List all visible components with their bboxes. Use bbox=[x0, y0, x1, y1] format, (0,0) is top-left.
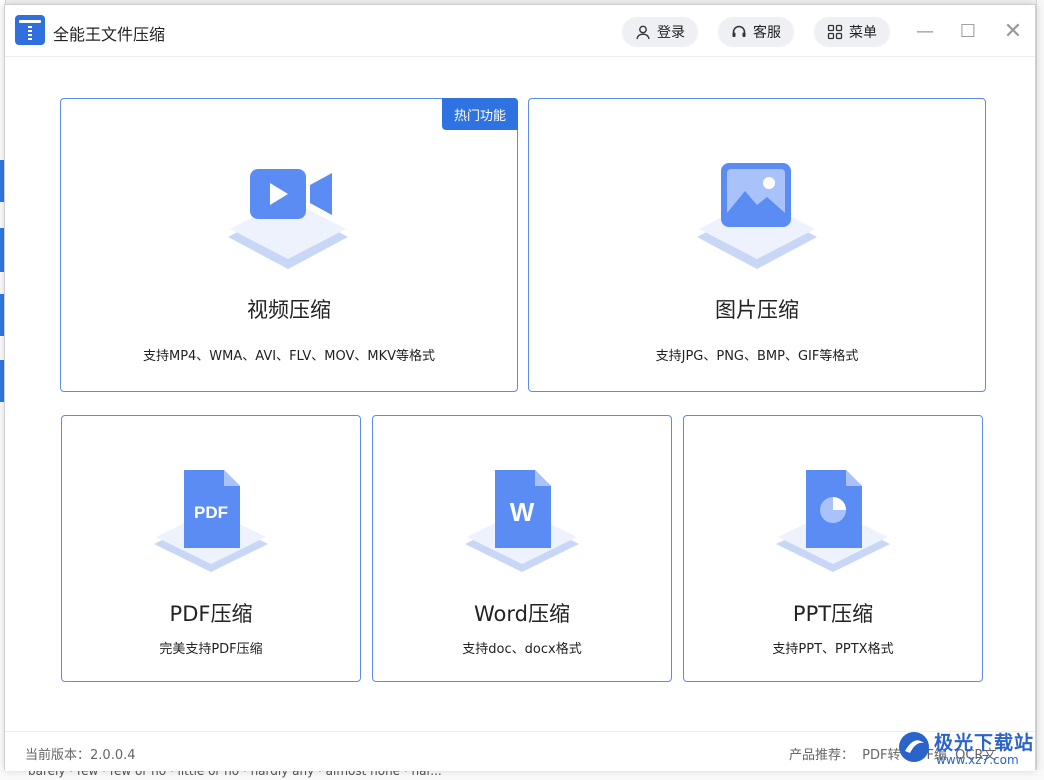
site-watermark: 极光下载站 www.xz7.com bbox=[892, 725, 1040, 775]
video-card-title: 视频压缩 bbox=[247, 298, 331, 322]
word-compress-card[interactable]: W Word压缩 支持doc、docx格式 bbox=[372, 415, 672, 682]
background-bottom-strip: barely · few · few or no · little or no … bbox=[0, 770, 1044, 780]
svg-text:W: W bbox=[510, 497, 535, 527]
pdf-card-title: PDF压缩 bbox=[169, 602, 253, 626]
login-label: 登录 bbox=[657, 25, 685, 41]
ppt-compress-card[interactable]: PPT压缩 支持PPT、PPTX格式 bbox=[683, 415, 983, 682]
user-icon bbox=[636, 25, 650, 40]
version-value: 2.0.0.4 bbox=[90, 748, 136, 763]
version-label: 当前版本： bbox=[25, 748, 91, 763]
footer-bar: 当前版本：2.0.0.4 产品推荐： PDF转 PDF编 OCR文 bbox=[5, 731, 1035, 771]
watermark-name: 极光下载站 bbox=[934, 732, 1035, 754]
video-compress-card[interactable]: 热门功能 视频压缩 支持MP4、WMA、AVI、FLV、MOV、MKV等格式 bbox=[60, 98, 518, 392]
video-card-desc: 支持MP4、WMA、AVI、FLV、MOV、MKV等格式 bbox=[142, 349, 435, 364]
watermark-url: www.xz7.com bbox=[936, 753, 1019, 767]
watermark-logo-icon bbox=[899, 732, 929, 762]
close-button[interactable]: ✕ bbox=[1001, 19, 1025, 44]
background-bottom-text: barely · few · few or no · little or no … bbox=[28, 770, 442, 778]
app-title: 全能王文件压缩 bbox=[53, 25, 166, 44]
background-right-strip bbox=[1036, 0, 1044, 780]
word-card-title: Word压缩 bbox=[474, 602, 570, 626]
ppt-file-icon bbox=[776, 470, 890, 572]
svg-text:PDF: PDF bbox=[194, 503, 228, 522]
login-button[interactable]: 登录 bbox=[622, 17, 698, 47]
app-window: 全能王文件压缩 登录 客服 菜单 — ☐ ✕ 热门功能 视频压缩 支持MP4、W… bbox=[4, 4, 1036, 771]
pdf-card-desc: 完美支持PDF压缩 bbox=[159, 642, 263, 657]
grid-menu-icon bbox=[827, 24, 843, 40]
video-camera-icon bbox=[228, 169, 348, 269]
app-logo-icon bbox=[15, 15, 45, 45]
menu-label: 菜单 bbox=[849, 25, 877, 41]
pdf-file-icon: PDF bbox=[154, 470, 268, 572]
customer-service-label: 客服 bbox=[753, 25, 781, 41]
image-compress-card[interactable]: 图片压缩 支持JPG、PNG、BMP、GIF等格式 bbox=[528, 98, 986, 392]
recommend-label: 产品推荐： bbox=[789, 748, 855, 763]
image-card-title: 图片压缩 bbox=[715, 298, 799, 322]
minimize-button[interactable]: — bbox=[913, 19, 937, 43]
ppt-card-title: PPT压缩 bbox=[792, 602, 874, 626]
word-file-icon: W bbox=[465, 470, 579, 572]
headset-icon bbox=[732, 25, 746, 37]
customer-service-button[interactable]: 客服 bbox=[718, 17, 794, 47]
title-bar: 全能王文件压缩 登录 客服 菜单 — ☐ ✕ bbox=[5, 5, 1035, 57]
hot-feature-badge: 热门功能 bbox=[442, 98, 518, 130]
maximize-button[interactable]: ☐ bbox=[956, 19, 980, 43]
menu-button[interactable]: 菜单 bbox=[814, 17, 890, 47]
pdf-compress-card[interactable]: PDF PDF压缩 完美支持PDF压缩 bbox=[61, 415, 361, 682]
image-card-desc: 支持JPG、PNG、BMP、GIF等格式 bbox=[655, 349, 859, 364]
ppt-card-desc: 支持PPT、PPTX格式 bbox=[772, 642, 894, 657]
picture-icon bbox=[697, 163, 817, 269]
version-info: 当前版本：2.0.0.4 bbox=[25, 744, 136, 763]
word-card-desc: 支持doc、docx格式 bbox=[462, 642, 582, 657]
